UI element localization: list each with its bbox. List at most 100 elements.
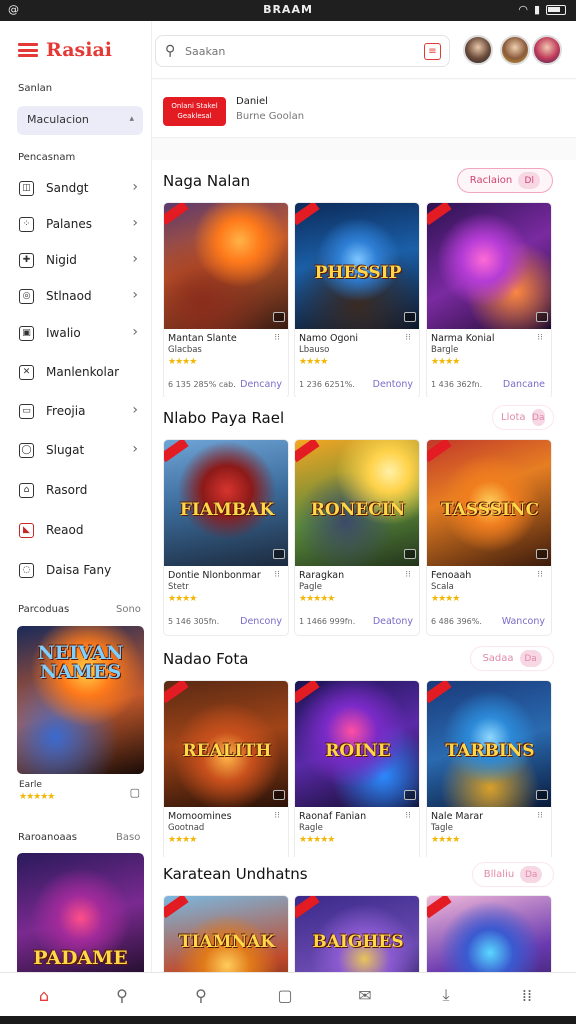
game-card[interactable]: Mantan Slante Glacbas ★★★★ 6 135 285% cab. D… [163, 202, 289, 399]
more-options-icon[interactable]: ⁝⁝ [537, 333, 543, 343]
more-options-icon[interactable]: ⁝⁝ [274, 570, 280, 580]
game-card[interactable]: TASSSINC Fenoaah Scala ★★★★ 6 486 396%. Wanco… [426, 439, 552, 636]
new-ribbon [164, 440, 189, 463]
card-action-link[interactable]: Deatony [373, 616, 413, 627]
sidebar-item-label: Nigid [46, 253, 77, 267]
game-cover-art: BAIGHES [295, 896, 419, 972]
featured-card[interactable]: NEIVAN NAMES Earle ★★★★★ ▢ [17, 626, 144, 811]
card-action-link[interactable]: Dentony [373, 379, 413, 390]
tab-home[interactable]: ⌂ [33, 984, 55, 1006]
pill-badge: Da [520, 866, 543, 883]
tab-download[interactable]: ⤓ [435, 984, 457, 1006]
sidebar-item[interactable]: ◎ Stlnaod › [0, 281, 151, 311]
sidebar-item[interactable]: ✕ Manlenkolar [0, 357, 151, 387]
game-card[interactable]: BAIGHES [294, 895, 420, 972]
featured-link[interactable]: Baso [116, 832, 140, 843]
game-cover-art: FIAMBAK [164, 440, 288, 566]
featured-stars: ★★★★★ [19, 792, 55, 802]
tab-grid[interactable]: ⁞⁞ [516, 984, 538, 1006]
card-action-link[interactable]: Dancane [503, 379, 545, 390]
home-icon: ⌂ [38, 985, 50, 1005]
game-card[interactable]: ROINERaonaf FanianRagle★★★★★2 1465 9355%… [294, 680, 420, 877]
game-card[interactable]: FIAMBAK Dontie Nlonbonmar Stetr ★★★★ 5 146 3… [163, 439, 289, 636]
section-filter-pill[interactable]: Raclaion Dl [457, 168, 553, 193]
section-title: Nadao Fota [163, 650, 249, 668]
tab-search[interactable]: ⚲ [190, 984, 212, 1006]
card-title: Fenoaah [431, 570, 472, 581]
chevron-right-icon: › [132, 251, 138, 267]
sidebar-item[interactable]: ◌ Daisa Fany [0, 555, 151, 585]
card-stars: ★★★★ [168, 594, 197, 604]
card-action-link[interactable]: Wancony [502, 616, 545, 627]
game-card[interactable] [426, 895, 552, 972]
avatar[interactable] [463, 35, 493, 65]
category-select-value: Maculacion [27, 113, 89, 126]
tab-search[interactable]: ⚲ [111, 984, 133, 1006]
bag-icon: ▢ [277, 985, 293, 1005]
category-select[interactable]: Maculacion ▴ [17, 106, 143, 135]
sidebar-item[interactable]: ▭ Freojia › [0, 396, 151, 426]
section-filter-pill[interactable]: Sadaa Da [470, 646, 554, 671]
featured-label: Raroanoaas [18, 832, 77, 843]
game-card[interactable]: REALITHMomoominesGootnad★★★★6 138 7%5fn.… [163, 680, 289, 877]
bookmark-icon[interactable]: ▢ [130, 786, 140, 799]
new-ribbon [164, 681, 189, 704]
card-title: Nale Marar [431, 811, 484, 822]
sidebar-item[interactable]: ◫ Sandgt › [0, 173, 151, 203]
cover-title: TASSSINC [440, 500, 539, 520]
featured-card[interactable]: PADAME [17, 853, 144, 972]
card-price: 1 1466 999fn. [299, 617, 356, 626]
avatar[interactable] [500, 35, 530, 65]
section-filter-pill[interactable]: Bllaliu Da [472, 862, 554, 887]
sword-icon: ✕ [19, 364, 34, 380]
game-card[interactable]: TIAMNAK [163, 895, 289, 972]
sidebar-item[interactable]: ▣ Iwalio › [0, 318, 151, 348]
tab-bag[interactable]: ▢ [274, 984, 296, 1006]
chevron-right-icon: › [132, 402, 138, 418]
section-title: Karatean Undhatns [163, 865, 308, 883]
more-options-icon[interactable]: ⁝⁝ [405, 333, 411, 343]
card-action-link[interactable]: Dencony [240, 616, 282, 627]
chevron-right-icon: › [132, 287, 138, 303]
section-filter-pill[interactable]: Llota Da [492, 405, 554, 430]
rating-badge-icon [273, 312, 285, 322]
game-card[interactable]: PHESSIP Namo Ogoni Lbauso ★★★★ 1 236 6251%. D… [294, 202, 420, 399]
cover-title: RONECIN [310, 500, 406, 520]
more-options-icon[interactable]: ⁝⁝ [405, 811, 411, 821]
tab-mail[interactable]: ✉ [354, 984, 376, 1006]
signal-icon: ▮ [533, 3, 540, 16]
system-nav-strip [0, 1016, 576, 1024]
card-price: 1 436 362fn. [431, 380, 483, 389]
game-cover-art: PHESSIP [295, 203, 419, 329]
game-card[interactable]: TARBINSNale MararTagle★★★★6 186 996%.Den… [426, 680, 552, 877]
sidebar-item[interactable]: ◣ Reaod [0, 515, 151, 545]
more-options-icon[interactable]: ⁝⁝ [537, 811, 543, 821]
sidebar-item[interactable]: ⌂ Rasord [0, 475, 151, 505]
more-options-icon[interactable]: ⁝⁝ [274, 333, 280, 343]
sidebar-item[interactable]: ◯ Slugat › [0, 435, 151, 465]
sidebar-item[interactable]: ⁘ Palanes › [0, 209, 151, 239]
featured-link[interactable]: Sono [116, 604, 141, 615]
promo-banner[interactable]: Onlani Stakel Geaklesal Daniel Burne Goo… [152, 80, 576, 138]
featured-art-title: PADAME [33, 947, 128, 969]
rating-badge-icon [273, 549, 285, 559]
more-options-icon[interactable]: ⁝⁝ [537, 570, 543, 580]
more-options-icon[interactable]: ⁝⁝ [405, 570, 411, 580]
filter-icon[interactable]: ≡ [424, 43, 441, 60]
rating-badge-icon [536, 790, 548, 800]
chevron-right-icon: › [132, 441, 138, 457]
menu-icon[interactable] [18, 43, 38, 57]
card-subtitle: Stetr [168, 582, 189, 592]
game-card[interactable]: RONECIN Raragkan Pagle ★★★★★ 1 1466 999fn. De… [294, 439, 420, 636]
card-subtitle: Glacbas [168, 345, 202, 355]
avatar[interactable] [532, 35, 562, 65]
search-bar[interactable]: ⚲ ≡ [155, 35, 450, 67]
game-card[interactable]: Narma Konial Bargle ★★★★ 1 436 362fn. Dancan… [426, 202, 552, 399]
game-section: Karatean Undhatns Bllaliu Da TIAMNAK BAIGHES [152, 857, 576, 972]
more-options-icon[interactable]: ⁝⁝ [274, 811, 280, 821]
sidebar-item[interactable]: ✚ Nigid › [0, 245, 151, 275]
card-action-link[interactable]: Dencany [240, 379, 282, 390]
sidebar-item-label: Rasord [46, 483, 88, 497]
gamepad-icon: ◫ [19, 180, 34, 196]
search-input[interactable] [185, 42, 405, 61]
